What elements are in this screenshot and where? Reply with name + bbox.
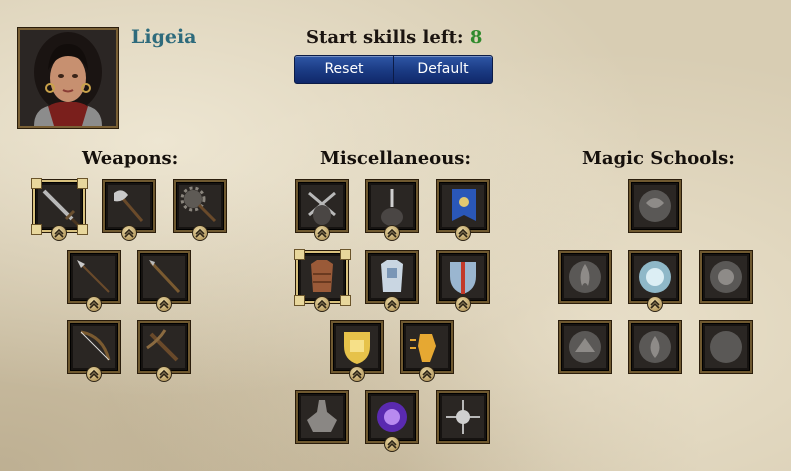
bow-icon: [73, 326, 115, 368]
leather-armor-icon: [301, 256, 343, 298]
skill-slot-nature-school[interactable]: [629, 321, 681, 373]
dual-wield-upgrade-badge[interactable]: [314, 225, 330, 241]
skill-slot-fire-school[interactable]: [559, 251, 611, 303]
shield-icon: [442, 256, 484, 298]
dodge-upgrade-badge[interactable]: [419, 366, 435, 382]
chain-armor-upgrade-badge[interactable]: [384, 296, 400, 312]
selection-corner: [294, 295, 305, 306]
mace-icon: [179, 185, 221, 227]
water-school-icon: [634, 256, 676, 298]
mysticism-icon: [442, 396, 484, 438]
leadership-banner-icon: [442, 185, 484, 227]
axe-upgrade-badge[interactable]: [121, 225, 137, 241]
axe-icon: [108, 185, 150, 227]
skill-slot-dark-school[interactable]: [700, 321, 752, 373]
skill-slot-earth-school[interactable]: [559, 321, 611, 373]
skill-slot-mysticism[interactable]: [437, 391, 489, 443]
leadership-banner-upgrade-badge[interactable]: [455, 225, 471, 241]
nature-school-icon: [634, 326, 676, 368]
selection-corner: [31, 178, 42, 189]
misc-section-title: Miscellaneous:: [320, 148, 472, 169]
selection-corner: [340, 249, 351, 260]
hero-name: Ligeia: [131, 26, 197, 48]
dodge-icon: [406, 326, 448, 368]
block-upgrade-badge[interactable]: [349, 366, 365, 382]
skill-slot-unarmed[interactable]: [296, 391, 348, 443]
start-skills-value: 8: [469, 27, 483, 48]
block-icon: [336, 326, 378, 368]
dagger-fighting-upgrade-badge[interactable]: [384, 225, 400, 241]
spell-amplify-upgrade-badge[interactable]: [384, 436, 400, 452]
spell-amplify-icon: [371, 396, 413, 438]
fire-school-icon: [564, 256, 606, 298]
sword-upgrade-badge[interactable]: [51, 225, 67, 241]
skill-slot-light-school[interactable]: [700, 251, 752, 303]
selection-corner: [77, 178, 88, 189]
chain-armor-icon: [371, 256, 413, 298]
staff-icon: [143, 256, 185, 298]
sword-icon: [38, 185, 80, 227]
bow-upgrade-badge[interactable]: [86, 366, 102, 382]
mace-upgrade-badge[interactable]: [192, 225, 208, 241]
start-skills-counter: Start skills left: 8: [306, 27, 482, 48]
selection-corner: [340, 295, 351, 306]
hero-portrait: [18, 28, 118, 128]
start-skills-label: Start skills left:: [306, 27, 464, 48]
shield-upgrade-badge[interactable]: [455, 296, 471, 312]
water-school-upgrade-badge[interactable]: [647, 296, 663, 312]
earth-school-icon: [564, 326, 606, 368]
hero-portrait-image: [20, 30, 116, 126]
magic-section-title: Magic Schools:: [582, 148, 735, 169]
spear-upgrade-badge[interactable]: [86, 296, 102, 312]
unarmed-icon: [301, 396, 343, 438]
dark-school-icon: [705, 326, 747, 368]
air-school-icon: [634, 185, 676, 227]
weapons-section-title: Weapons:: [82, 148, 179, 169]
dual-wield-icon: [301, 185, 343, 227]
leather-armor-upgrade-badge[interactable]: [314, 296, 330, 312]
crossbow-icon: [143, 326, 185, 368]
spear-icon: [73, 256, 115, 298]
selection-corner: [77, 224, 88, 235]
skill-slot-air-school[interactable]: [629, 180, 681, 232]
default-button[interactable]: Default: [393, 55, 493, 84]
selection-corner: [294, 249, 305, 260]
crossbow-upgrade-badge[interactable]: [156, 366, 172, 382]
skills-screen: { "hero": { "name": "Ligeia" }, "start_s…: [0, 0, 791, 471]
reset-button[interactable]: Reset: [294, 55, 394, 84]
staff-upgrade-badge[interactable]: [156, 296, 172, 312]
dagger-fighting-icon: [371, 185, 413, 227]
light-school-icon: [705, 256, 747, 298]
selection-corner: [31, 224, 42, 235]
